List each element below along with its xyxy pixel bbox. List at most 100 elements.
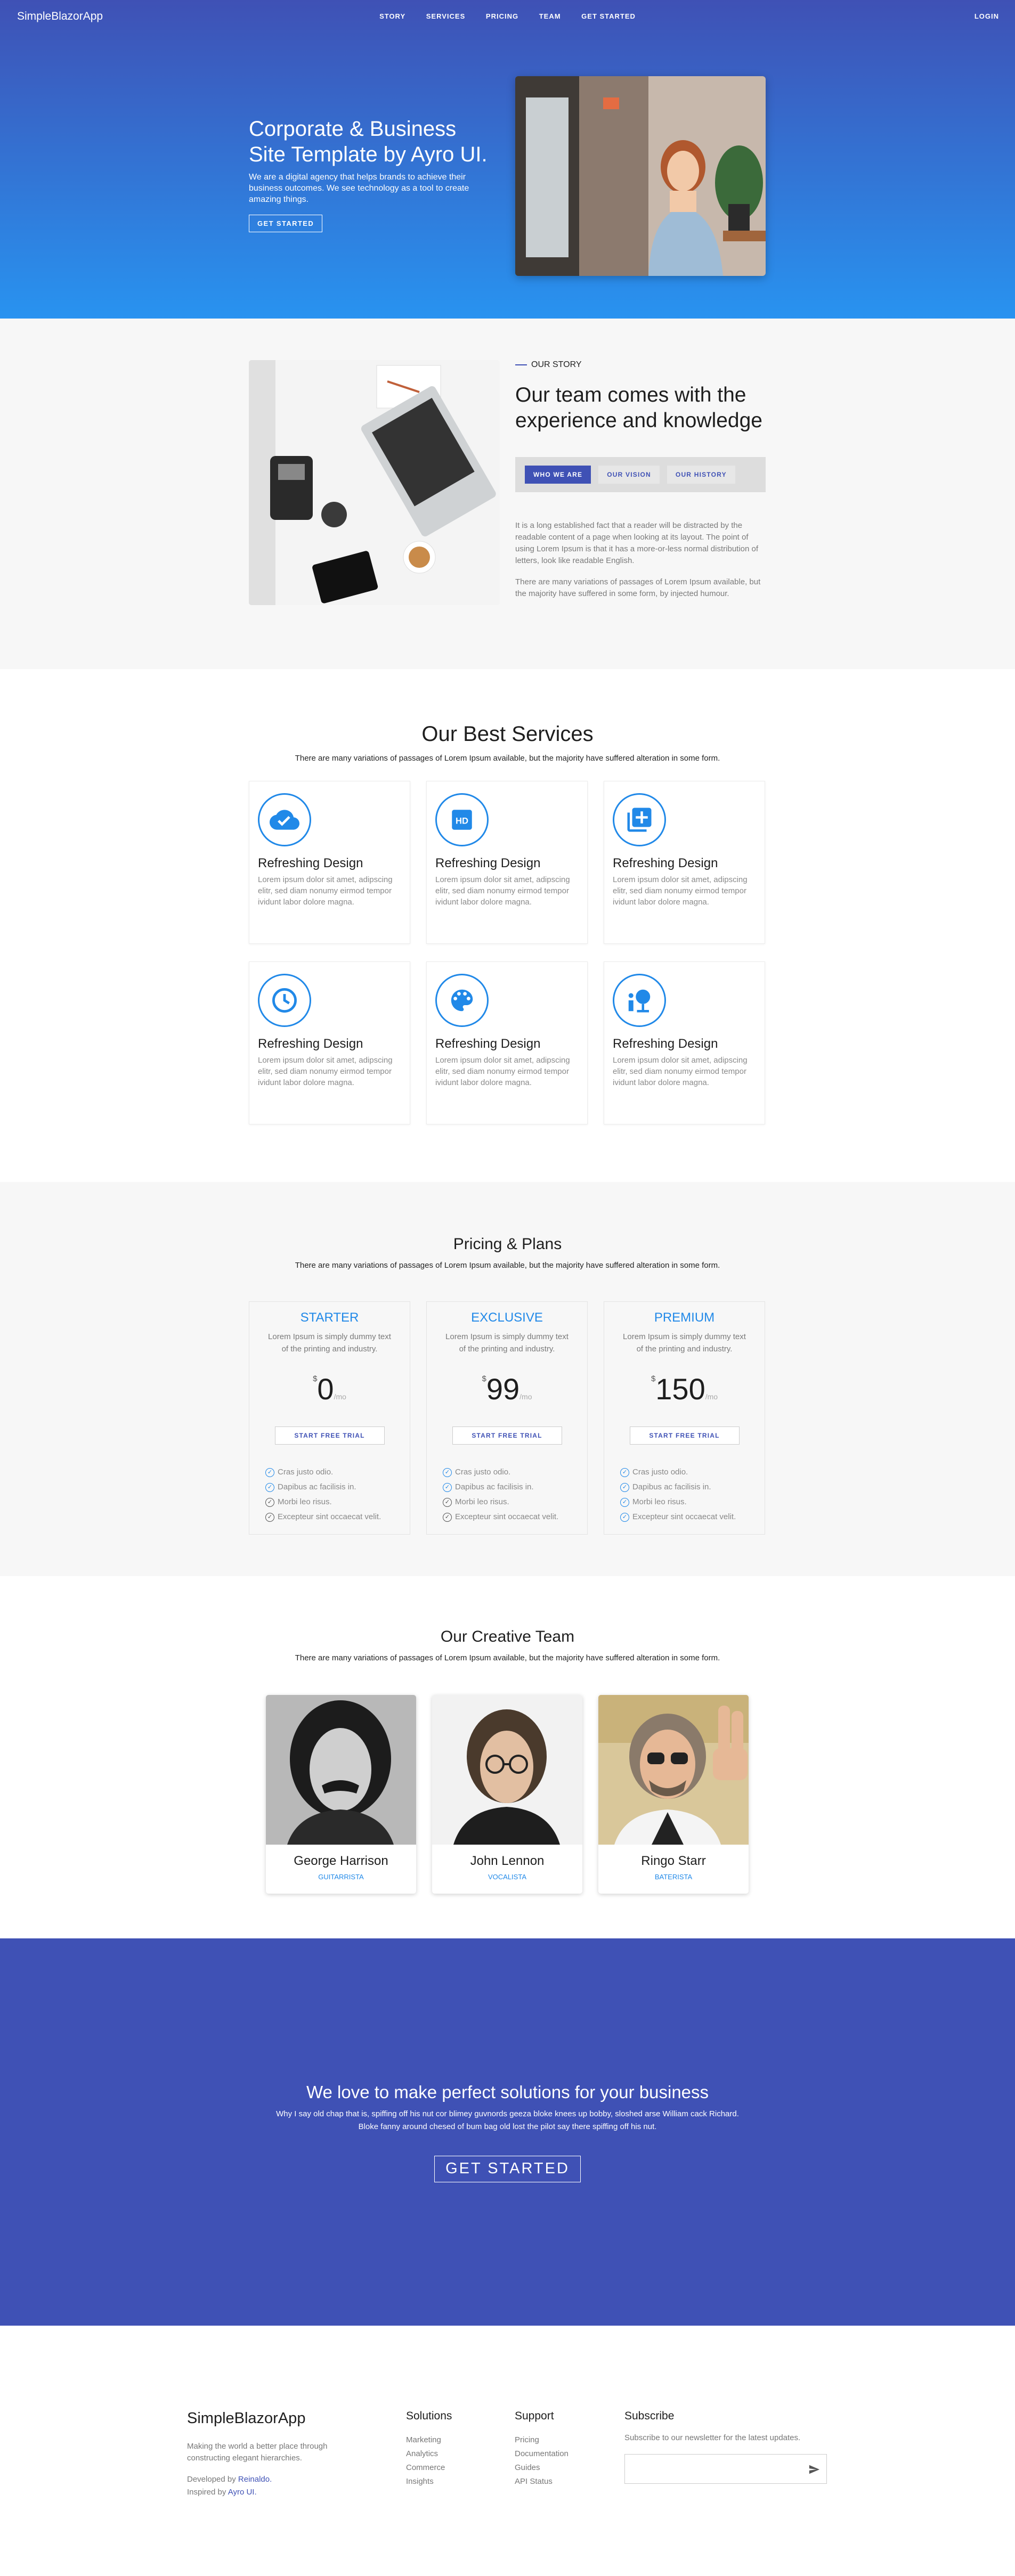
- check-circle-icon: ✓: [265, 1482, 274, 1492]
- footer-link-commerce[interactable]: Commerce: [406, 2461, 452, 2475]
- service-text: Lorem ipsum dolor sit amet, adipscing el…: [435, 1056, 570, 1087]
- footer-subscribe: Subscribe Subscribe to our newsletter fo…: [624, 2410, 827, 2484]
- member-role: BATERISTA: [654, 1873, 693, 1881]
- service-card: Refreshing Design Lorem ipsum dolor sit …: [249, 961, 410, 1124]
- services-title: Our Best Services: [421, 722, 594, 746]
- footer-link-documentation[interactable]: Documentation: [515, 2447, 569, 2461]
- price-value: 0: [317, 1372, 334, 1406]
- hero-subtitle: We are a digital agency that helps brand…: [249, 173, 469, 204]
- member-photo: [598, 1695, 749, 1845]
- service-card: Refreshing Design Lorem ipsum dolor sit …: [426, 961, 588, 1124]
- check-circle-icon: ✓: [620, 1512, 629, 1522]
- footer-brand[interactable]: SimpleBlazorApp: [187, 2410, 305, 2427]
- start-free-trial-button[interactable]: START FREE TRIAL: [452, 1426, 562, 1445]
- service-text: Lorem ipsum dolor sit amet, adipscing el…: [613, 875, 748, 907]
- cta-section: We love to make perfect solutions for yo…: [0, 1938, 1015, 2326]
- service-text: Lorem ipsum dolor sit amet, adipscing el…: [435, 875, 570, 907]
- nav-story[interactable]: STORY: [379, 12, 405, 20]
- footer-link-marketing[interactable]: Marketing: [406, 2433, 452, 2447]
- category-icon: [613, 974, 666, 1027]
- list-item: ✓ Morbi leo risus.: [443, 1495, 587, 1510]
- service-text: Lorem ipsum dolor sit amet, adipscing el…: [258, 875, 393, 907]
- hero-photo: [515, 76, 766, 276]
- cta-get-started-button[interactable]: GET STARTED: [434, 2156, 581, 2182]
- member-role: GUITARRISTA: [318, 1873, 364, 1881]
- feature-label: Morbi leo risus.: [455, 1497, 509, 1506]
- library-add-icon: [613, 793, 666, 846]
- footer-link-guides[interactable]: Guides: [515, 2461, 569, 2475]
- palette-icon: [435, 974, 489, 1027]
- check-circle-icon: ✓: [265, 1497, 274, 1507]
- service-title: Refreshing Design: [435, 856, 541, 870]
- price-period: /mo: [705, 1392, 718, 1401]
- story-eyebrow: OUR STORY: [515, 360, 766, 370]
- list-item: ✓ Morbi leo risus.: [620, 1495, 765, 1510]
- pricing-section: Pricing & Plans There are many variation…: [0, 1182, 1015, 1576]
- service-title: Refreshing Design: [258, 856, 363, 870]
- login-link[interactable]: LOGIN: [975, 12, 999, 20]
- member-name: John Lennon: [470, 1854, 545, 1868]
- feature-label: Morbi leo risus.: [632, 1497, 687, 1506]
- developed-label: Developed by: [187, 2475, 236, 2484]
- check-circle-icon: ✓: [443, 1497, 452, 1507]
- footer-link-pricing[interactable]: Pricing: [515, 2433, 569, 2447]
- price-period: /mo: [334, 1392, 346, 1401]
- team-member-card: Ringo Starr BATERISTA: [598, 1695, 749, 1894]
- story-section: OUR STORY Our team comes with the experi…: [0, 319, 1015, 669]
- start-free-trial-button[interactable]: START FREE TRIAL: [629, 1426, 740, 1445]
- pricing-subtitle: There are many variations of passages of…: [295, 1261, 720, 1270]
- newsletter-email-input[interactable]: [625, 2455, 795, 2483]
- subscribe-text: Subscribe to our newsletter for the late…: [624, 2433, 801, 2442]
- check-circle-icon: ✓: [443, 1482, 452, 1492]
- pricing-title: Pricing & Plans: [453, 1235, 562, 1253]
- team-member-card: John Lennon VOCALISTA: [432, 1695, 582, 1894]
- plan-price: $99/mo: [482, 1374, 532, 1412]
- price-value: 150: [655, 1372, 705, 1406]
- footer-support: Support Pricing Documentation Guides API…: [515, 2410, 569, 2489]
- check-circle-icon: ✓: [620, 1468, 629, 1477]
- service-title: Refreshing Design: [613, 1037, 718, 1051]
- footer-link-analytics[interactable]: Analytics: [406, 2447, 452, 2461]
- plan-name: STARTER: [300, 1310, 359, 1325]
- service-text: Lorem ipsum dolor sit amet, adipscing el…: [613, 1056, 748, 1087]
- team-member-card: George Harrison GUITARRISTA: [266, 1695, 416, 1894]
- footer-link-insights[interactable]: Insights: [406, 2475, 452, 2489]
- team-subtitle: There are many variations of passages of…: [295, 1653, 720, 1662]
- feature-list: ✓ Cras justo odio. ✓ Dapibus ac facilisis …: [443, 1465, 587, 1525]
- footer-link-api-status[interactable]: API Status: [515, 2475, 569, 2489]
- story-tabs: WHO WE ARE OUR VISION OUR HISTORY: [515, 457, 766, 492]
- nav-services[interactable]: SERVICES: [426, 12, 466, 20]
- newsletter-form: [624, 2454, 827, 2484]
- check-circle-icon: ✓: [620, 1497, 629, 1507]
- list-item: ✓ Dapibus ac facilisis in.: [265, 1480, 410, 1495]
- currency-symbol: $: [482, 1374, 486, 1383]
- feature-label: Cras justo odio.: [278, 1468, 334, 1477]
- footer-credits: Developed by Reinaldo. Inspired by Ayro …: [187, 2473, 272, 2499]
- plan-price: $0/mo: [313, 1374, 346, 1412]
- inspiration-link[interactable]: Ayro UI.: [228, 2488, 257, 2497]
- feature-label: Excepteur sint occaecat velit.: [632, 1512, 736, 1521]
- nav-pricing[interactable]: PRICING: [486, 12, 518, 20]
- feature-label: Excepteur sint occaecat velit.: [455, 1512, 559, 1521]
- hd-icon: HD: [435, 793, 489, 846]
- member-photo: [266, 1695, 416, 1845]
- nav-team[interactable]: TEAM: [539, 12, 561, 20]
- tab-who-we-are[interactable]: WHO WE ARE: [525, 466, 591, 484]
- list-item: ✓ Excepteur sint occaecat velit.: [620, 1510, 765, 1525]
- tab-our-history[interactable]: OUR HISTORY: [667, 466, 735, 484]
- nav-get-started[interactable]: GET STARTED: [581, 12, 636, 20]
- send-icon[interactable]: [808, 2464, 820, 2478]
- start-free-trial-button[interactable]: START FREE TRIAL: [274, 1426, 385, 1445]
- list-item: ✓ Excepteur sint occaecat velit.: [265, 1510, 410, 1525]
- service-title: Refreshing Design: [435, 1037, 541, 1051]
- check-circle-icon: ✓: [265, 1468, 274, 1477]
- story-content: OUR STORY Our team comes with the experi…: [515, 360, 766, 600]
- service-card: Refreshing Design Lorem ipsum dolor sit …: [604, 961, 765, 1124]
- developer-link[interactable]: Reinaldo.: [238, 2475, 272, 2484]
- hero-get-started-button[interactable]: GET STARTED: [249, 215, 323, 232]
- member-photo: [432, 1695, 582, 1845]
- tab-our-vision[interactable]: OUR VISION: [598, 466, 660, 484]
- list-item: ✓ Morbi leo risus.: [265, 1495, 410, 1510]
- plan-description: Lorem Ipsum is simply dummy text of the …: [445, 1332, 569, 1354]
- plan-description: Lorem Ipsum is simply dummy text of the …: [623, 1332, 746, 1354]
